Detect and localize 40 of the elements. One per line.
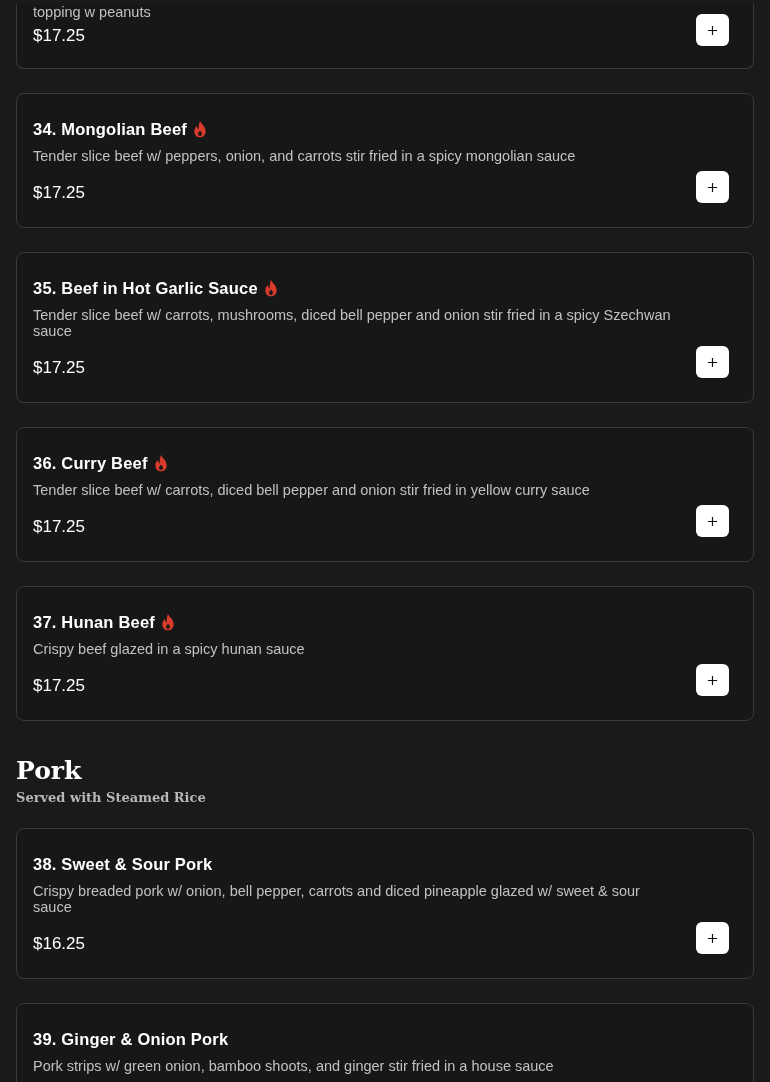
item-title: 35. Beef in Hot Garlic Sauce	[33, 278, 258, 298]
item-price: $17.25	[33, 26, 86, 46]
plus-icon	[707, 181, 718, 193]
add-button[interactable]	[696, 346, 729, 378]
plus-icon	[707, 932, 718, 944]
add-button[interactable]	[696, 664, 729, 696]
item-title: 38. Sweet & Sour Pork	[33, 854, 213, 874]
menu-item-card[interactable]: 37. Hunan Beef Crispy beef glazed in a spicy hunan sauce $17.25	[16, 586, 754, 721]
add-button[interactable]	[696, 922, 729, 954]
menu-item-card[interactable]: 35. Beef in Hot Garlic Sauce Tender slice beef w/ carrots, mushrooms, diced bell pepper and onion stir fried in a spicy Szechwan sauce $17.25	[16, 252, 754, 403]
menu-item-card[interactable]: 39. Ginger & Onion Pork Pork strips w/ green onion, bamboo shoots, and ginger stir fried in a house sauce	[16, 1003, 754, 1082]
item-price: $17.25	[33, 676, 86, 696]
item-title: 37. Hunan Beef	[33, 612, 155, 632]
category-subtitle: Served with Steamed Rice	[16, 790, 207, 805]
plus-icon	[707, 674, 718, 686]
add-button[interactable]	[696, 14, 729, 46]
add-button[interactable]	[696, 171, 729, 203]
item-description: Crispy beef glazed in a spicy hunan sauce	[33, 641, 306, 657]
plus-icon	[707, 24, 718, 36]
menu-item-card[interactable]: 34. Mongolian Beef Tender slice beef w/ peppers, onion, and carrots stir fried in a spicy mongolian sauce $17.25	[16, 93, 754, 228]
menu-item-card[interactable]: 38. Sweet & Sour Pork Crispy breaded pork w/ onion, bell pepper, carrots and diced pineapple glazed w/ sweet & sour sauce $16.25	[16, 828, 754, 979]
menu-item-card[interactable]: topping w peanuts $17.25	[16, 4, 754, 69]
add-button[interactable]	[696, 505, 729, 537]
item-description: Crispy breaded pork w/ onion, bell pepper, carrots and diced pineapple glazed w/ sweet & sour sauce	[33, 883, 641, 915]
item-price: $17.25	[33, 358, 86, 378]
item-price: $17.25	[33, 517, 86, 537]
category-title: Pork	[16, 755, 83, 787]
item-title: 34. Mongolian Beef	[33, 119, 187, 139]
item-title: 39. Ginger & Onion Pork	[33, 1029, 229, 1049]
item-description: Tender slice beef w/ peppers, onion, and carrots stir fried in a spicy mongolian sauce	[33, 148, 577, 164]
item-description: Pork strips w/ green onion, bamboo shoots, and ginger stir fried in a house sauce	[33, 1058, 555, 1074]
item-title: 36. Curry Beef	[33, 453, 148, 473]
item-description: Tender slice beef w/ carrots, mushrooms, diced bell pepper and onion stir fried in a spicy Szechwan sauce	[33, 307, 672, 339]
item-description: topping w peanuts	[33, 4, 152, 20]
item-price: $17.25	[33, 183, 86, 203]
item-price: $16.25	[33, 934, 86, 954]
item-description: Tender slice beef w/ carrots, diced bell pepper and onion stir fried in yellow curry sauce	[33, 482, 591, 498]
plus-icon	[707, 356, 718, 368]
menu-item-card[interactable]: 36. Curry Beef Tender slice beef w/ carrots, diced bell pepper and onion stir fried in yellow curry sauce $17.25	[16, 427, 754, 562]
plus-icon	[707, 515, 718, 527]
